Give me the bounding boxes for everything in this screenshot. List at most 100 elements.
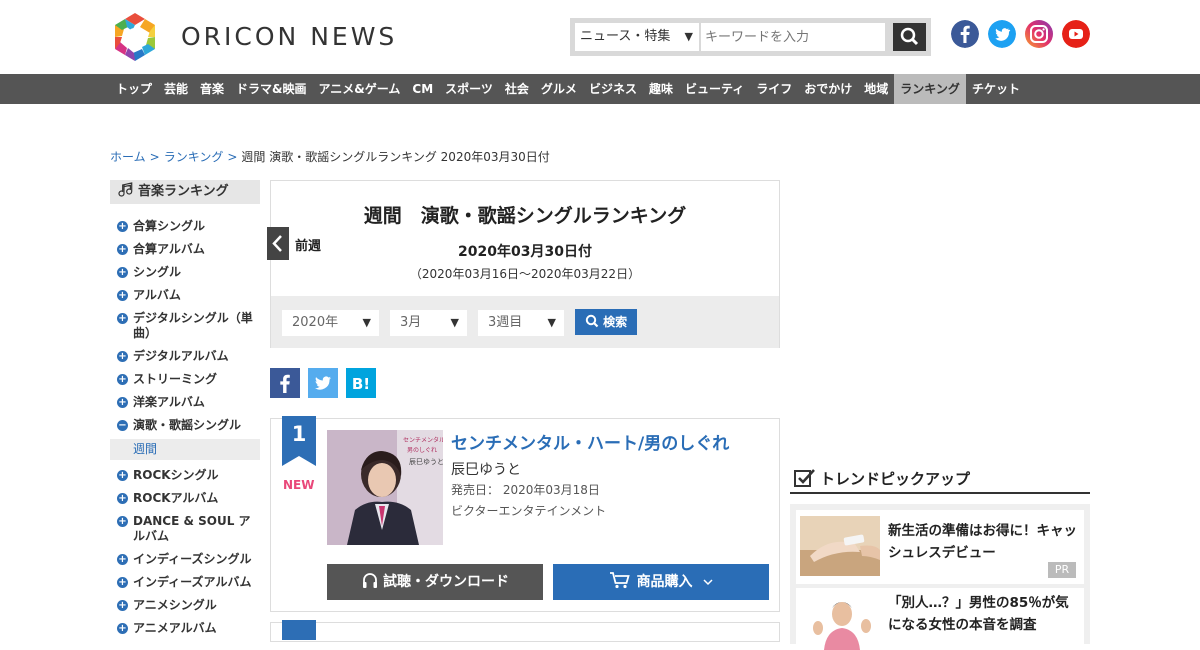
artist-name[interactable]: 辰巳ゆうと bbox=[451, 459, 521, 479]
svg-text:辰巳ゆうと: 辰巳ゆうと bbox=[409, 458, 443, 466]
sidebar-subitem-weekly[interactable]: 週間 bbox=[110, 439, 260, 460]
rank-number: 1 bbox=[291, 422, 307, 446]
sidebar-item-streaming[interactable]: + ストリーミング bbox=[110, 372, 260, 387]
breadcrumb-separator-icon: > bbox=[227, 150, 238, 164]
chevron-down-icon: ▼ bbox=[362, 316, 371, 329]
trend-list: 新生活の準備はお得に！キャッシュレスデビュー PR 「別人…？」男性の85％が気… bbox=[790, 504, 1090, 650]
music-note-icon bbox=[118, 182, 133, 197]
nav-item-beauty[interactable]: ビューティ bbox=[679, 74, 750, 104]
sidebar-item-anime-single[interactable]: + アニメシングル bbox=[110, 598, 260, 613]
nav-item-odekake[interactable]: おでかけ bbox=[798, 74, 858, 104]
sidebar-item-indies-single[interactable]: + インディーズシングル bbox=[110, 552, 260, 567]
sidebar-item-digital-single[interactable]: + デジタルシングル（単曲） bbox=[110, 311, 260, 341]
week-select[interactable]: 3週目 ▼ bbox=[478, 310, 564, 336]
nav-item-life[interactable]: ライフ bbox=[750, 74, 798, 104]
plus-icon: + bbox=[117, 397, 128, 408]
sidebar-item-rock-album[interactable]: + ROCKアルバム bbox=[110, 491, 260, 506]
twitter-icon[interactable] bbox=[988, 20, 1016, 48]
hatena-bookmark-icon[interactable]: B! bbox=[346, 368, 376, 398]
rank-flag-icon bbox=[282, 620, 316, 640]
sidebar-item-enka-single[interactable]: − 演歌・歌謡シングル bbox=[110, 418, 260, 433]
purchase-button[interactable]: 商品購入 bbox=[553, 564, 769, 600]
breadcrumb-home[interactable]: ホーム bbox=[110, 150, 146, 164]
ranking-header-box: 週間 演歌・歌謡シングルランキング 前週 2020年03月30日付 （2020年… bbox=[267, 180, 780, 348]
nav-item-sports[interactable]: スポーツ bbox=[439, 74, 499, 104]
minus-icon: − bbox=[117, 420, 128, 431]
trend-card[interactable]: 「別人…？」男性の85％が気になる女性の本音を調査 bbox=[796, 588, 1084, 650]
plus-icon: + bbox=[117, 290, 128, 301]
plus-icon: + bbox=[117, 554, 128, 565]
nav-item-music[interactable]: 音楽 bbox=[194, 74, 230, 104]
sidebar-item-indies-album[interactable]: + インディーズアルバム bbox=[110, 575, 260, 590]
album-jacket-image[interactable]: センチメンタル・ハート 男のしぐれ 辰巳ゆうと bbox=[327, 430, 443, 545]
trend-pickup-title: トレンドピックアップ bbox=[820, 470, 971, 488]
instagram-icon[interactable] bbox=[1025, 20, 1053, 48]
nav-item-ticket[interactable]: チケット bbox=[966, 74, 1026, 104]
cart-icon bbox=[609, 572, 630, 589]
facebook-icon[interactable] bbox=[951, 20, 979, 48]
search-category-select[interactable]: ニュース・特集 ▼ bbox=[575, 23, 699, 51]
filter-bar: 2020年 ▼ 3月 ▼ 3週目 ▼ 検索 bbox=[271, 296, 779, 348]
listen-download-button[interactable]: 試聴・ダウンロード bbox=[327, 564, 543, 600]
nav-item-geinou[interactable]: 芸能 bbox=[158, 74, 194, 104]
twitter-share-icon[interactable] bbox=[308, 368, 338, 398]
nav-item-anime-game[interactable]: アニメ&ゲーム bbox=[313, 74, 407, 104]
oricon-logo-icon[interactable] bbox=[110, 11, 160, 63]
nav-item-ranking[interactable]: ランキング bbox=[894, 74, 966, 104]
nav-item-business[interactable]: ビジネス bbox=[583, 74, 643, 104]
sidebar-item-rock-single[interactable]: + ROCKシングル bbox=[110, 468, 260, 483]
search-icon bbox=[900, 27, 919, 46]
nav-item-top[interactable]: トップ bbox=[110, 74, 158, 104]
search-input[interactable] bbox=[701, 23, 885, 51]
chevron-down-icon: ▼ bbox=[450, 316, 459, 329]
facebook-share-icon[interactable] bbox=[270, 368, 300, 398]
sidebar-item-single[interactable]: + シングル bbox=[110, 265, 260, 280]
trend-card-text[interactable]: 「別人…？」男性の85％が気になる女性の本音を調査 bbox=[888, 592, 1078, 636]
trend-thumbnail-image bbox=[800, 516, 880, 576]
breadcrumb-ranking[interactable]: ランキング bbox=[164, 150, 224, 164]
plus-icon: + bbox=[117, 351, 128, 362]
ranking-entry: 1 NEW センチメンタル・ハート 男のしぐれ 辰巳ゆうと センチメンタル・ハー… bbox=[270, 416, 780, 612]
record-label: ビクターエンタテインメント bbox=[451, 504, 607, 518]
nav-item-gourmet[interactable]: グルメ bbox=[535, 74, 583, 104]
trend-card-text[interactable]: 新生活の準備はお得に！キャッシュレスデビュー bbox=[888, 520, 1078, 564]
logo-text[interactable]: ORICON NEWS bbox=[181, 22, 397, 51]
plus-icon: + bbox=[117, 313, 128, 324]
jacket-text: センチメンタル・ハート bbox=[403, 436, 443, 444]
sidebar-item-combined-single[interactable]: + 合算シングル bbox=[110, 219, 260, 234]
search-bar: ニュース・特集 ▼ bbox=[570, 18, 931, 56]
nav-item-society[interactable]: 社会 bbox=[499, 74, 535, 104]
checkbox-icon bbox=[794, 469, 815, 487]
youtube-icon[interactable] bbox=[1062, 20, 1090, 48]
svg-text:B!: B! bbox=[352, 375, 370, 393]
breadcrumb-current: 週間 演歌・歌謡シングルランキング 2020年03月30日付 bbox=[241, 150, 550, 164]
svg-text:男のしぐれ: 男のしぐれ bbox=[407, 447, 437, 454]
page-title: 週間 演歌・歌謡シングルランキング bbox=[363, 205, 687, 227]
new-badge: NEW bbox=[283, 478, 315, 492]
sidebar-item-combined-album[interactable]: + 合算アルバム bbox=[110, 242, 260, 257]
nav-item-hobby[interactable]: 趣味 bbox=[643, 74, 679, 104]
song-title-link[interactable]: センチメンタル・ハート/男のしぐれ bbox=[451, 429, 729, 454]
sidebar-item-dance-soul-album[interactable]: + DANCE & SOUL アルバム bbox=[110, 514, 260, 544]
breadcrumb: ホーム > ランキング > 週間 演歌・歌謡シングルランキング 2020年03月30日付 bbox=[110, 148, 550, 165]
sidebar-item-western-album[interactable]: + 洋楽アルバム bbox=[110, 395, 260, 410]
plus-icon: + bbox=[117, 577, 128, 588]
sidebar-item-anime-album[interactable]: + アニメアルバム bbox=[110, 621, 260, 636]
nav-item-drama-movie[interactable]: ドラマ&映画 bbox=[230, 74, 312, 104]
search-button[interactable] bbox=[893, 23, 926, 51]
trend-pickup-header: トレンドピックアップ bbox=[790, 466, 1090, 494]
ranking-search-button[interactable]: 検索 bbox=[575, 309, 637, 335]
trend-card[interactable]: 新生活の準備はお得に！キャッシュレスデビュー PR bbox=[796, 510, 1084, 584]
chevron-down-icon: ▼ bbox=[684, 30, 693, 43]
plus-icon: + bbox=[117, 470, 128, 481]
sidebar-item-album[interactable]: + アルバム bbox=[110, 288, 260, 303]
nav-item-region[interactable]: 地域 bbox=[858, 74, 894, 104]
plus-icon: + bbox=[117, 221, 128, 232]
month-select[interactable]: 3月 ▼ bbox=[390, 310, 467, 336]
sidebar-item-digital-album[interactable]: + デジタルアルバム bbox=[110, 349, 260, 364]
sidebar-title: 音楽ランキング bbox=[110, 180, 260, 204]
breadcrumb-separator-icon: > bbox=[149, 150, 160, 164]
year-select[interactable]: 2020年 ▼ bbox=[282, 310, 379, 336]
pr-badge: PR bbox=[1048, 562, 1076, 578]
nav-item-cm[interactable]: CM bbox=[406, 74, 439, 104]
